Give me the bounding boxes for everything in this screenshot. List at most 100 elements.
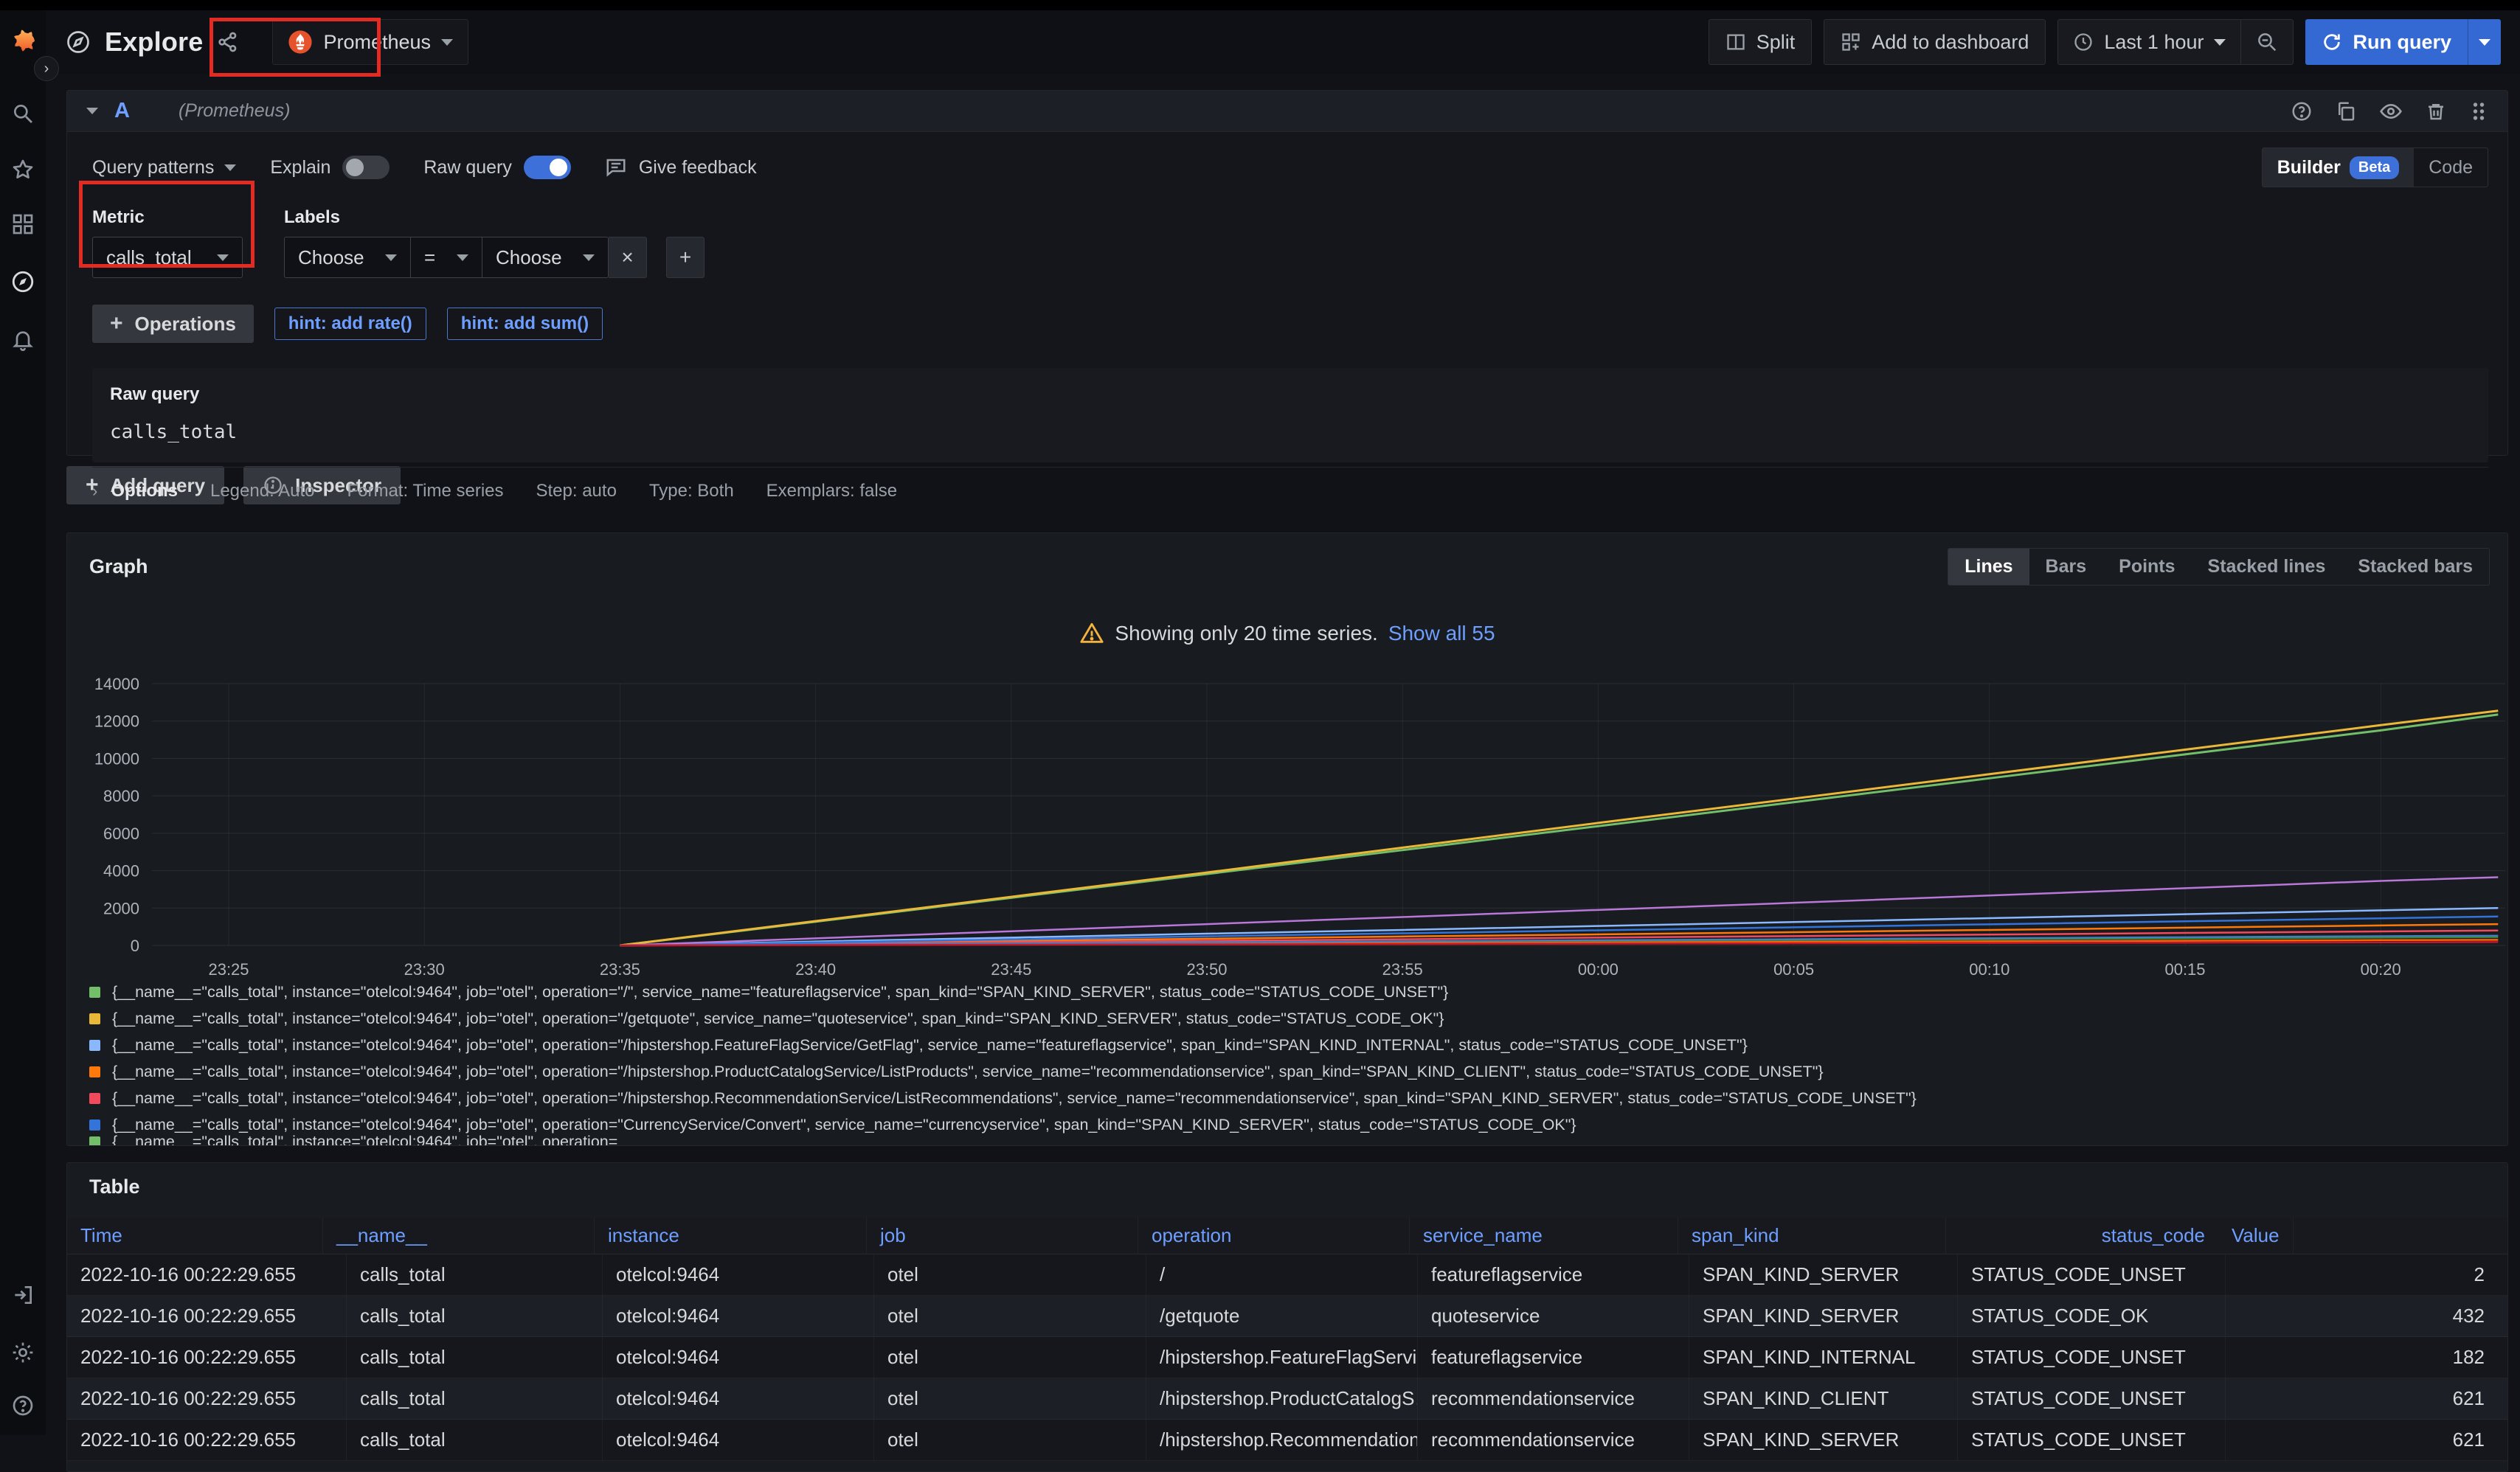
search-icon[interactable] <box>0 94 46 133</box>
table-column-header[interactable]: span_kind <box>1678 1218 1946 1254</box>
hint-button[interactable]: hint: add sum() <box>447 308 603 340</box>
table-row[interactable]: 2022-10-16 00:22:29.655calls_totalotelco… <box>67 1337 2508 1378</box>
explore-compass-icon[interactable] <box>0 263 46 301</box>
explain-toggle[interactable] <box>342 156 390 179</box>
query-patterns-dropdown[interactable]: Query patterns <box>92 157 236 178</box>
hint-button[interactable]: hint: add rate() <box>274 308 426 340</box>
options-expander[interactable]: › Options <box>92 481 178 501</box>
add-to-dashboard-button[interactable]: Add to dashboard <box>1824 19 2046 65</box>
table-cell: SPAN_KIND_SERVER <box>1689 1296 1958 1336</box>
explain-label: Explain <box>270 157 330 178</box>
table-column-header[interactable]: instance <box>595 1218 867 1254</box>
legend-color-marker <box>89 987 100 998</box>
table-cell: STATUS_CODE_UNSET <box>1958 1420 2226 1460</box>
apps-grid-icon[interactable] <box>0 205 46 243</box>
star-icon[interactable] <box>0 150 46 189</box>
option-summary-item: Exemplars: false <box>766 481 897 501</box>
svg-text:6000: 6000 <box>103 824 139 843</box>
label-operator-select[interactable]: = <box>411 237 482 277</box>
table-cell: SPAN_KIND_SERVER <box>1689 1420 1958 1460</box>
legend-item[interactable]: {__name__="calls_total", instance="otelc… <box>89 1032 2500 1058</box>
datasource-picker[interactable]: Prometheus <box>272 19 468 65</box>
table-cell: calls_total <box>347 1296 603 1336</box>
run-query-dropdown[interactable] <box>2468 19 2501 65</box>
table-body: 2022-10-16 00:22:29.655calls_totalotelco… <box>67 1254 2508 1461</box>
options-label: Options <box>111 481 178 501</box>
table-cell: otel <box>874 1337 1146 1378</box>
share-icon[interactable] <box>216 30 240 54</box>
sidebar-expand-button[interactable]: › <box>34 56 59 81</box>
add-label-button[interactable]: + <box>666 237 705 278</box>
bell-icon[interactable] <box>0 320 46 358</box>
table-column-header[interactable]: Value <box>2218 1218 2294 1254</box>
zoom-out-button[interactable] <box>2241 20 2293 64</box>
graph-mode-tab[interactable]: Stacked lines <box>2192 549 2342 585</box>
svg-text:0: 0 <box>131 937 139 955</box>
table-column-header[interactable]: Time <box>67 1218 323 1254</box>
builder-code-switch: Builder Beta Code <box>2262 147 2488 187</box>
label-value-select[interactable]: Choose <box>482 237 608 277</box>
content: A (Prometheus) Query patterns Explain <box>46 74 2520 1435</box>
builder-tab[interactable]: Builder Beta <box>2263 148 2414 187</box>
operations-button[interactable]: + Operations <box>92 305 254 343</box>
option-summary-item: Step: auto <box>536 481 617 501</box>
help-icon[interactable] <box>2291 100 2313 122</box>
time-range-button[interactable]: Last 1 hour <box>2058 20 2240 64</box>
label-key-select[interactable]: Choose <box>285 237 410 277</box>
legend-item[interactable]: {__name__="calls_total", instance="otelc… <box>89 1005 2500 1032</box>
sign-in-icon[interactable] <box>0 1276 46 1314</box>
svg-text:00:15: 00:15 <box>2164 960 2205 979</box>
legend-series-label: {__name__="calls_total", instance="otelc… <box>112 1133 617 1146</box>
code-tab[interactable]: Code <box>2414 148 2488 187</box>
graph-mode-tab[interactable]: Bars <box>2029 549 2103 585</box>
help-icon[interactable] <box>0 1386 46 1425</box>
copy-icon[interactable] <box>2335 100 2357 122</box>
raw-query-text: calls_total <box>110 421 2471 443</box>
chevron-down-icon <box>2214 39 2226 46</box>
raw-query-toggle[interactable] <box>524 156 571 179</box>
run-query-button[interactable]: Run query <box>2305 19 2501 65</box>
table-row[interactable]: 2022-10-16 00:22:29.655calls_totalotelco… <box>67 1254 2508 1296</box>
table-column-header[interactable]: status_code <box>1946 1218 2218 1254</box>
eye-icon[interactable] <box>2379 100 2403 123</box>
time-series-chart[interactable]: 23:2523:3023:3523:4023:4523:5023:5500:00… <box>67 670 2508 994</box>
legend-color-marker <box>89 1119 100 1131</box>
show-all-series-link[interactable]: Show all 55 <box>1388 622 1495 645</box>
graph-mode-tab[interactable]: Points <box>2102 549 2191 585</box>
table-row[interactable]: 2022-10-16 00:22:29.655calls_totalotelco… <box>67 1296 2508 1337</box>
remove-label-button[interactable]: × <box>609 237 647 278</box>
table-column-header[interactable]: service_name <box>1410 1218 1678 1254</box>
table-cell: calls_total <box>347 1254 603 1295</box>
table-cell: 182 <box>2226 1337 2498 1378</box>
give-feedback-button[interactable]: Give feedback <box>605 156 757 178</box>
table-column-header[interactable]: operation <box>1138 1218 1410 1254</box>
graph-mode-tab[interactable]: Stacked bars <box>2341 549 2489 585</box>
split-button[interactable]: Split <box>1709 19 1813 65</box>
table-column-header[interactable]: __name__ <box>323 1218 595 1254</box>
option-summary-item: Legend: Auto <box>210 481 314 501</box>
legend-item[interactable]: {__name__="calls_total", instance="otelc… <box>89 1058 2500 1085</box>
legend-item[interactable]: {__name__="calls_total", instance="otelc… <box>89 1138 2500 1145</box>
legend-item[interactable]: {__name__="calls_total", instance="otelc… <box>89 1085 2500 1111</box>
clock-icon <box>2073 32 2094 52</box>
query-row-header[interactable]: A (Prometheus) <box>67 91 2507 132</box>
table-cell: 621 <box>2226 1420 2498 1460</box>
refresh-icon <box>2322 32 2342 52</box>
table-cell: otel <box>874 1378 1146 1419</box>
gear-icon[interactable] <box>0 1333 46 1372</box>
drag-handle-icon[interactable] <box>2469 100 2488 122</box>
give-feedback-label: Give feedback <box>639 157 757 178</box>
table-cell: recommendationservice <box>1418 1378 1689 1419</box>
graph-mode-tab[interactable]: Lines <box>1948 549 2029 585</box>
table-cell: calls_total <box>347 1420 603 1460</box>
trash-icon[interactable] <box>2425 100 2447 122</box>
collapse-chevron-icon[interactable] <box>86 108 98 114</box>
zoom-out-icon <box>2256 31 2278 53</box>
legend-item[interactable]: {__name__="calls_total", instance="otelc… <box>89 979 2500 1005</box>
topbar: Explore Prometheus Split Add to dashboar… <box>46 10 2520 74</box>
table-row[interactable]: 2022-10-16 00:22:29.655calls_totalotelco… <box>67 1420 2508 1461</box>
grafana-logo[interactable] <box>0 21 46 59</box>
table-column-header[interactable]: job <box>867 1218 1138 1254</box>
metric-select[interactable]: calls_total <box>92 237 243 278</box>
table-row[interactable]: 2022-10-16 00:22:29.655calls_totalotelco… <box>67 1378 2508 1420</box>
